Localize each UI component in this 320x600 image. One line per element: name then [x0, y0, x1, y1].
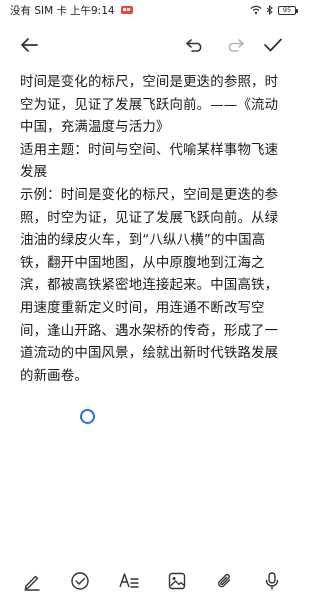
redo-button[interactable]: [222, 33, 248, 57]
note-line: 空为证，见证了发展飞跃向前。——《流动: [20, 97, 279, 113]
note-line: 适用主题：时间与空间、代喻某样事物飞速: [20, 142, 279, 158]
note-line: 道流动的中国风景，绘就出新时代铁路发展: [20, 346, 279, 362]
text-cursor-handle[interactable]: [80, 409, 95, 424]
microphone-icon: [262, 571, 282, 591]
note-line: 滨，都被高铁紧密地连接起来。中国高铁，: [20, 278, 279, 294]
attachment-icon: [215, 571, 235, 591]
note-line: 照，时空为证，见证了发展飞跃向前。从绿: [20, 210, 279, 226]
back-arrow-icon: [19, 37, 39, 53]
note-line: 用速度重新定义时间，用连通不断改写空: [20, 300, 265, 316]
note-line: 油油的绿皮火车，到“八纵八横”的中国高: [20, 233, 266, 249]
battery-level: 95: [282, 6, 292, 14]
wifi-icon: [250, 5, 262, 15]
check-icon: [263, 37, 283, 53]
redo-icon: [225, 38, 245, 52]
note-editor-screen: 没有 SIM 卡 上午9:14 ▪▪ 95 时间是变化的标尺，空间是更迭的参照，…: [0, 0, 304, 600]
note-body-editor[interactable]: 时间是变化的标尺，空间是更迭的参照，时 空为证，见证了发展飞跃向前。——《流动 …: [20, 72, 290, 388]
checklist-button[interactable]: [68, 569, 92, 593]
status-left: 没有 SIM 卡 上午9:14 ▪▪: [10, 3, 133, 18]
checklist-icon: [70, 571, 90, 591]
handwriting-button[interactable]: [20, 569, 44, 593]
note-line: 中国，充满温度与活力》: [20, 120, 170, 136]
done-button[interactable]: [260, 33, 286, 57]
undo-icon: [185, 38, 205, 52]
note-line: 发展: [20, 165, 48, 181]
note-line: 铁，翻开中国地图，从中原腹地到江海之: [20, 255, 265, 271]
text-style-icon: [118, 571, 140, 591]
pen-icon: [22, 571, 42, 591]
note-line: 间，逢山开路、遇水架桥的传奇，形成了一: [20, 323, 279, 339]
voice-input-button[interactable]: [260, 569, 284, 593]
carrier-text: 没有 SIM 卡: [10, 4, 67, 17]
note-line: 示例：时间是变化的标尺，空间是更迭的参: [20, 187, 279, 203]
bottom-toolbar: [0, 566, 304, 596]
insert-image-button[interactable]: [165, 569, 189, 593]
back-button[interactable]: [16, 33, 42, 57]
note-line: 时间是变化的标尺，空间是更迭的参照，时: [20, 75, 279, 90]
notification-badge-icon: ▪▪: [120, 6, 133, 14]
undo-button[interactable]: [182, 33, 208, 57]
status-bar: 没有 SIM 卡 上午9:14 ▪▪ 95: [0, 0, 304, 20]
note-line: 的新画卷。: [20, 368, 88, 384]
image-icon: [167, 571, 187, 591]
status-right: 95: [250, 5, 298, 15]
top-toolbar: [0, 28, 304, 62]
battery-icon: 95: [278, 5, 298, 15]
status-time: 上午9:14: [70, 4, 115, 17]
text-style-button[interactable]: [117, 569, 141, 593]
bluetooth-icon: [266, 5, 274, 15]
attachment-button[interactable]: [213, 569, 237, 593]
